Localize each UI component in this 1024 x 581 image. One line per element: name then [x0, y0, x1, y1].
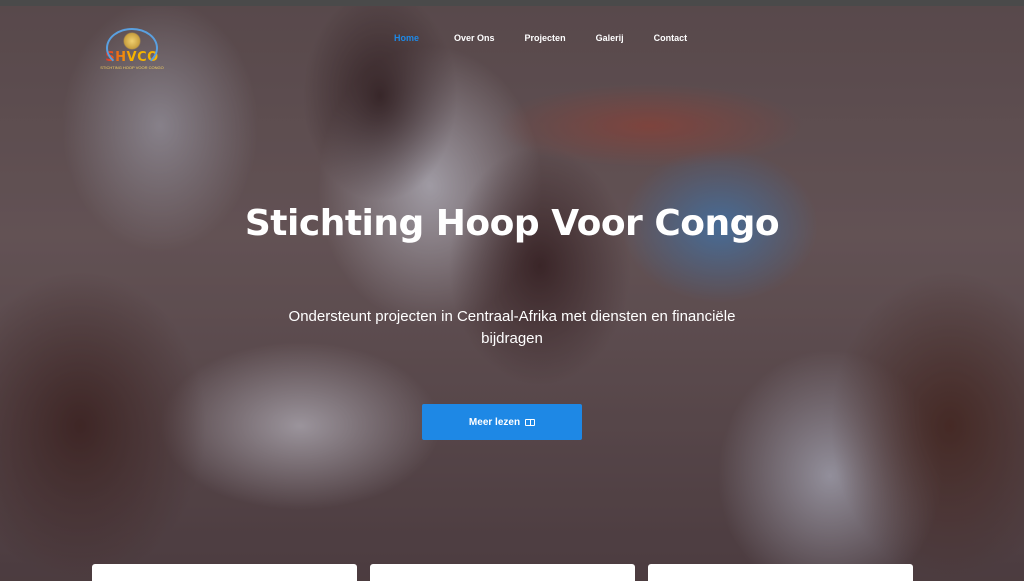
site-logo[interactable]: SHVCO STICHTING HOOP VOOR CONGO [100, 18, 164, 70]
hero-section: SHVCO STICHTING HOOP VOOR CONGO Home Ove… [0, 6, 1024, 581]
logo-ring [106, 28, 158, 68]
nav-item-contact[interactable]: Contact [654, 33, 688, 43]
main-nav: Home Over Ons Projecten Galerij Contact [394, 33, 717, 43]
feature-card-1[interactable] [92, 564, 357, 581]
nav-item-home[interactable]: Home [394, 33, 419, 43]
nav-item-galerij[interactable]: Galerij [596, 33, 624, 43]
read-more-label: Meer lezen [468, 416, 521, 428]
hero-subtitle: Ondersteunt projecten in Centraal-Afrika… [288, 308, 736, 347]
feature-card-2[interactable] [370, 564, 635, 581]
feature-card-3[interactable] [648, 564, 913, 581]
nav-item-over-ons[interactable]: Over Ons [454, 33, 495, 43]
read-more-button[interactable]: Meer lezen [422, 404, 582, 440]
hero-title: Stichting Hoop Voor Congo [244, 203, 780, 244]
book-icon [525, 418, 536, 426]
nav-item-projecten[interactable]: Projecten [525, 33, 566, 43]
